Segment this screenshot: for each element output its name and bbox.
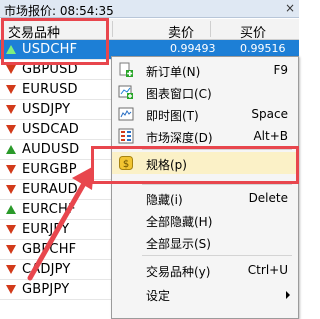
menu-item-show-all[interactable]: 全部显示(S) (112, 231, 298, 253)
symbol-row-eurgbp[interactable]: EURGBP (0, 160, 112, 180)
symbol-row-gbpusd[interactable]: GBPUSD (0, 60, 112, 80)
menu-item-new-order[interactable]: 新订单(N) F9 (112, 59, 298, 81)
symbol-name: CADJPY (22, 262, 71, 277)
menu-item-hide[interactable]: 隐藏(i) Delete (112, 187, 298, 209)
window-titlebar: 市场报价: 08:54:35 × (0, 0, 299, 18)
new-order-icon (119, 62, 133, 77)
symbol-row-euraud[interactable]: EURAUD (0, 180, 112, 200)
symbol-name: AUDUSD (22, 142, 80, 157)
tick-chart-icon (118, 107, 134, 121)
symbol-row-audusd[interactable]: AUDUSD (0, 140, 112, 160)
menu-label: 全部隐藏(H) (146, 215, 213, 229)
column-bid[interactable]: 卖价 (168, 22, 194, 41)
symbol-row-eurjpy[interactable]: EURJPY (0, 220, 112, 240)
ask-value: 0.99516 (240, 42, 286, 55)
menu-item-tick-chart[interactable]: 即时图(T) Space (112, 103, 298, 125)
symbol-row-usdchf[interactable]: USDCHF (0, 40, 112, 60)
menu-shortcut: Delete (248, 191, 288, 205)
symbol-row-eurusd[interactable]: EURUSD (0, 80, 112, 100)
menu-label: 规格(p) (146, 158, 187, 172)
column-divider (112, 21, 113, 37)
menu-label: 设定 (146, 289, 171, 303)
specification-icon: $ (119, 156, 133, 170)
chart-window-icon (118, 85, 133, 99)
menu-shortcut: F9 (273, 63, 288, 77)
bid-value: 0.99493 (170, 42, 216, 55)
trend-down-icon (6, 125, 16, 134)
symbol-row-usdcad[interactable]: USDCAD (0, 120, 112, 140)
menu-separator (142, 255, 292, 256)
symbol-name: EURUSD (22, 82, 78, 97)
trend-down-icon (6, 265, 16, 274)
trend-down-icon (6, 165, 16, 174)
menu-item-symbols[interactable]: 交易品种(y) Ctrl+U (112, 259, 298, 281)
trend-up-icon (6, 45, 16, 54)
column-ask[interactable]: 买价 (240, 22, 266, 41)
market-depth-icon (118, 128, 134, 144)
context-menu: 新订单(N) F9 图表窗口(C) 即时图(T) Space 市场深度(D) A… (111, 56, 299, 319)
menu-label: 即时图(T) (146, 109, 199, 123)
trend-down-icon (6, 225, 16, 234)
menu-item-settings[interactable]: 设定 (112, 283, 298, 305)
menu-label: 图表窗口(C) (146, 87, 212, 101)
trend-up-icon (6, 205, 16, 214)
menu-item-chart-window[interactable]: 图表窗口(C) (112, 81, 298, 103)
symbol-name: USDCHF (22, 42, 78, 57)
trend-up-icon (6, 145, 16, 154)
menu-label: 隐藏(i) (146, 193, 183, 207)
symbol-name: USDJPY (22, 102, 71, 117)
menu-label: 新订单(N) (146, 65, 201, 79)
menu-item-specification[interactable]: $ 规格(p) (112, 152, 298, 174)
svg-text:$: $ (123, 159, 129, 170)
symbol-row-eurchf[interactable]: EURCHF (0, 200, 112, 220)
symbol-row-usdjpy[interactable]: USDJPY (0, 100, 112, 120)
column-symbol[interactable]: 交易品种 (8, 22, 60, 41)
close-icon[interactable]: × (285, 1, 295, 15)
menu-label: 交易品种(y) (146, 265, 211, 279)
symbol-name: EURAUD (22, 182, 78, 197)
symbol-name: GBPCHF (22, 242, 77, 257)
menu-separator (142, 184, 292, 185)
menu-shortcut: Ctrl+U (247, 263, 288, 277)
menu-shortcut: Alt+B (253, 129, 288, 143)
menu-label: 市场深度(D) (146, 131, 213, 145)
trend-down-icon (6, 285, 16, 294)
submenu-arrow-icon (286, 291, 290, 299)
symbol-name: GBPJPY (22, 282, 70, 297)
symbol-row-gbpjpy[interactable]: GBPJPY (0, 280, 112, 300)
column-divider (210, 21, 211, 37)
column-header: 交易品种 卖价 买价 (0, 19, 299, 41)
trend-down-icon (6, 245, 16, 254)
symbol-name: GBPUSD (22, 62, 78, 77)
trend-down-icon (6, 65, 16, 74)
trend-down-icon (6, 185, 16, 194)
menu-shortcut: Space (251, 107, 288, 121)
menu-label: 全部显示(S) (146, 237, 211, 251)
window-title: 市场报价: 08:54:35 (4, 4, 114, 18)
symbol-name: EURGBP (22, 162, 77, 177)
menu-separator (142, 149, 292, 150)
menu-item-hide-all[interactable]: 全部隐藏(H) (112, 209, 298, 231)
symbol-name: USDCAD (22, 122, 79, 137)
symbol-name: EURJPY (22, 222, 70, 237)
symbol-row-cadjpy[interactable]: CADJPY (0, 260, 112, 280)
menu-item-market-depth[interactable]: 市场深度(D) Alt+B (112, 125, 298, 147)
symbol-row-gbpchf[interactable]: GBPCHF (0, 240, 112, 260)
symbol-list: USDCHF GBPUSD EURUSD USDJPY USDCAD AUDUS… (0, 40, 112, 319)
trend-down-icon (6, 105, 16, 114)
trend-down-icon (6, 85, 16, 94)
symbol-name: EURCHF (22, 202, 76, 217)
